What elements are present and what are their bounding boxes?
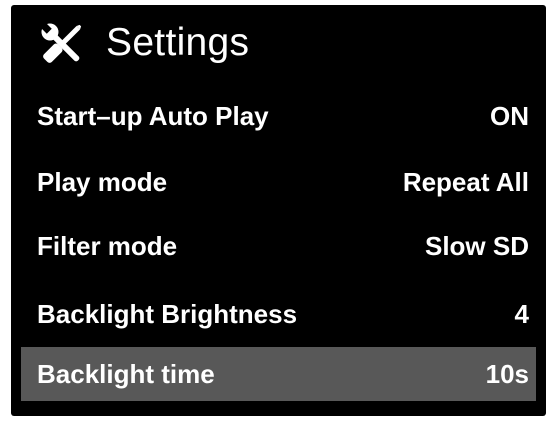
setting-row-play-mode[interactable]: Play mode Repeat All (21, 155, 536, 209)
setting-label: Filter mode (37, 231, 178, 261)
setting-label: Backlight Brightness (37, 299, 298, 329)
settings-screen: Settings Start–up Auto Play ON Play mode… (11, 5, 546, 416)
page-title: Settings (106, 21, 250, 64)
setting-value: 10s (485, 359, 529, 389)
setting-label: Backlight time (37, 359, 215, 389)
setting-value: Repeat All (402, 167, 529, 197)
setting-row-filter-mode[interactable]: Filter mode Slow SD (21, 219, 536, 273)
setting-label: Start–up Auto Play (37, 101, 269, 131)
setting-row-startup-auto-play[interactable]: Start–up Auto Play ON (21, 89, 536, 143)
setting-label: Play mode (37, 167, 168, 197)
setting-value: Slow SD (424, 231, 529, 261)
setting-value: ON (490, 101, 529, 131)
wrench-screwdriver-icon (37, 19, 87, 69)
setting-row-backlight-brightness[interactable]: Backlight Brightness 4 (21, 287, 536, 341)
setting-row-backlight-time[interactable]: Backlight time 10s (21, 347, 536, 401)
setting-value: 4 (514, 299, 529, 329)
settings-header: Settings (11, 5, 546, 89)
